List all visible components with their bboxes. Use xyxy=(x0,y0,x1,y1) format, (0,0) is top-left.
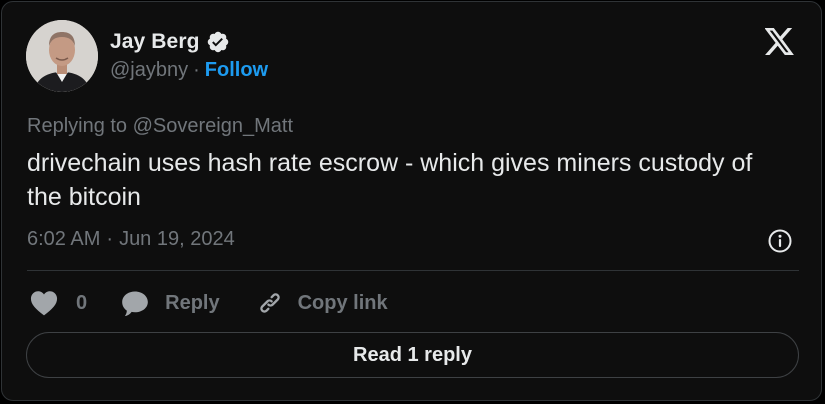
meta-separator: · xyxy=(106,228,114,250)
reply-label: Reply xyxy=(165,291,220,314)
author-handle-row: @jaybny · Follow xyxy=(110,59,268,82)
avatar-portrait-icon xyxy=(26,20,98,92)
like-count: 0 xyxy=(76,291,88,314)
link-icon xyxy=(259,293,280,313)
divider xyxy=(27,270,799,271)
speech-bubble-icon xyxy=(122,290,148,316)
read-replies-label: Read 1 reply xyxy=(353,343,472,366)
read-replies-button[interactable]: Read 1 reply xyxy=(26,332,799,378)
author-name[interactable]: Jay Berg xyxy=(110,30,200,54)
tweet-time: 6:02 AM xyxy=(27,228,101,250)
follow-button[interactable]: Follow xyxy=(205,59,268,82)
handle-separator: · xyxy=(193,59,200,81)
tweet-date: Jun 19, 2024 xyxy=(119,228,235,250)
action-bar: 0 Reply Copy link xyxy=(30,286,388,320)
author-name-row: Jay Berg xyxy=(110,30,230,54)
tweet-text: drivechain uses hash rate escrow - which… xyxy=(27,149,753,211)
tweet-card: Jay Berg @jaybny · Follow Replying to @S… xyxy=(1,1,822,401)
info-icon[interactable] xyxy=(767,228,793,254)
replying-to-label[interactable]: Replying to @Sovereign_Matt xyxy=(27,115,293,138)
x-logo-icon[interactable] xyxy=(764,28,795,55)
copy-link-label: Copy link xyxy=(297,291,388,314)
verified-badge-icon xyxy=(206,30,230,54)
reply-button[interactable]: Reply xyxy=(121,290,220,317)
heart-icon xyxy=(30,291,58,316)
tweet-timestamp[interactable]: 6:02 AM · Jun 19, 2024 xyxy=(27,228,235,251)
copy-link-button[interactable]: Copy link xyxy=(256,289,388,317)
author-handle[interactable]: @jaybny xyxy=(110,59,188,82)
avatar[interactable] xyxy=(26,20,98,92)
like-button[interactable]: 0 xyxy=(30,290,87,316)
